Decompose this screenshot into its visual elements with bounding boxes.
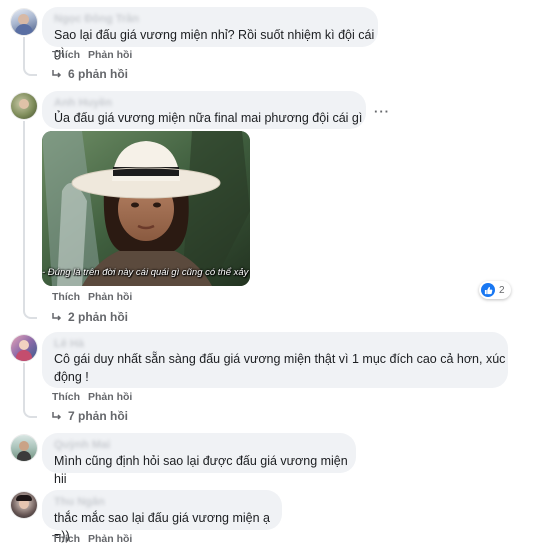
like-reaction-icon bbox=[481, 283, 495, 297]
comment-author[interactable]: Ngọc Đông Trần bbox=[54, 13, 139, 25]
comment-bubble: Lê Hà Cô gái duy nhất sẵn sàng đấu giá v… bbox=[42, 332, 508, 388]
replies-count: 2 phản hồi bbox=[68, 310, 128, 324]
comment-bubble: Ngọc Đông Trần Sao lại đấu giá vương miệ… bbox=[42, 7, 378, 60]
reply-arrow-icon bbox=[52, 313, 62, 321]
replies-count: 6 phản hồi bbox=[68, 67, 128, 81]
thread-connector bbox=[23, 363, 37, 418]
comment-author[interactable]: Lê Hà bbox=[54, 338, 84, 350]
gif-caption: - Đúng là trên đời này cái quái gì cũng … bbox=[42, 267, 250, 278]
reply-button[interactable]: Phản hồi bbox=[88, 291, 132, 303]
reply-arrow-icon bbox=[52, 412, 62, 420]
more-options-icon[interactable]: ··· bbox=[374, 104, 390, 119]
reaction-summary[interactable]: 2 bbox=[479, 281, 511, 299]
comment-author[interactable]: Thu Ngân bbox=[54, 496, 105, 508]
like-button[interactable]: Thích bbox=[52, 533, 80, 545]
comment-bubble: Quỳnh Mai Mình cũng định hỏi sao lại đượ… bbox=[42, 433, 356, 486]
comment-author[interactable]: Anh Huyền bbox=[54, 97, 112, 109]
comment-text-line-1: Cô gái duy nhất sẵn sàng đấu giá vương m… bbox=[54, 352, 506, 366]
gif-image bbox=[42, 131, 250, 286]
view-replies-button[interactable]: 7 phản hồi bbox=[52, 409, 128, 423]
like-button[interactable]: Thích bbox=[52, 391, 80, 403]
comment-author[interactable]: Quỳnh Mai bbox=[54, 439, 110, 451]
like-button[interactable]: Thích bbox=[52, 291, 80, 303]
reply-button[interactable]: Phản hồi bbox=[88, 49, 132, 61]
replies-count: 7 phản hồi bbox=[68, 409, 128, 423]
reply-button[interactable]: Phản hồi bbox=[88, 391, 132, 403]
comment-gif[interactable]: - Đúng là trên đời này cái quái gì cũng … bbox=[42, 131, 250, 286]
comment-text-line-2: động ! bbox=[54, 370, 89, 384]
thread-connector bbox=[23, 37, 37, 76]
avatar[interactable] bbox=[11, 93, 37, 119]
comment-bubble: Anh Huyền Ủa đấu giá vương miện nữa fina… bbox=[42, 91, 366, 143]
reaction-count: 2 bbox=[499, 284, 505, 296]
view-replies-button[interactable]: 6 phản hồi bbox=[52, 67, 128, 81]
thread-connector bbox=[23, 121, 37, 319]
like-button[interactable]: Thích bbox=[52, 49, 80, 61]
comment-bubble: Thu Ngân thắc mắc sao lại đấu giá vương … bbox=[42, 490, 282, 543]
avatar[interactable] bbox=[11, 435, 37, 461]
reply-button[interactable]: Phản hồi bbox=[88, 533, 132, 545]
avatar[interactable] bbox=[11, 9, 37, 35]
avatar[interactable] bbox=[11, 492, 37, 518]
comment-text: Mình cũng định hỏi sao lại được đấu giá … bbox=[54, 454, 348, 486]
reply-arrow-icon bbox=[52, 70, 62, 78]
avatar[interactable] bbox=[11, 335, 37, 361]
view-replies-button[interactable]: 2 phản hồi bbox=[52, 310, 128, 324]
